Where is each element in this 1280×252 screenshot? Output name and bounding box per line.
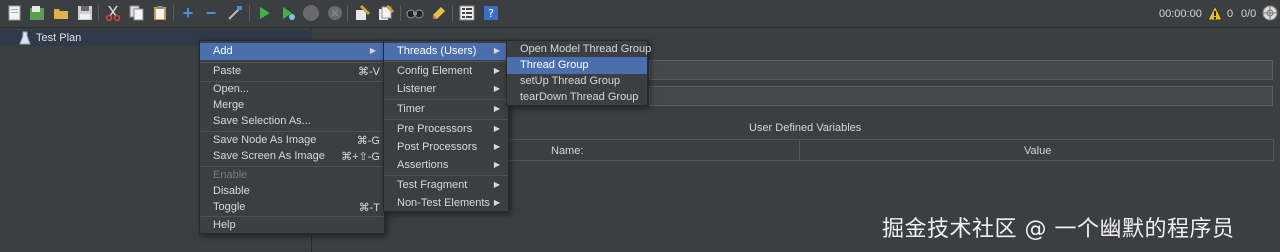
shutdown-icon[interactable] [326,4,344,22]
add-submenu: Threads (Users) ▶ Config Element ▶ Listene… [383,40,509,212]
menu-separator [384,99,508,100]
watermark: 掘金技术社区 @ 一个幽默的程序员 [882,217,1235,242]
menu-item-help[interactable]: Help [200,217,384,234]
clear-icon[interactable] [353,4,371,22]
new-icon[interactable] [6,4,24,22]
toolbar-separator [98,5,99,21]
menu-item-timer[interactable]: Timer ▶ [384,101,508,118]
menu-item-threads-users[interactable]: Threads (Users) ▶ [384,43,508,60]
menu-item-config-element[interactable]: Config Element ▶ [384,63,508,80]
menu-item-assertions[interactable]: Assertions ▶ [384,157,508,174]
open-icon[interactable] [52,4,70,22]
menu-item-thread-group[interactable]: Thread Group [507,57,647,74]
menu-item-open-model-thread-group[interactable]: Open Model Thread Group [507,41,651,58]
svg-text:?: ? [488,7,494,20]
context-menu: Add ▶ Paste ⌘-V Open... Merge Save Selecti… [199,40,385,234]
menu-item-pre-processors[interactable]: Pre Processors ▶ [384,121,508,138]
chevron-right-icon: ▶ [493,46,500,55]
menu-separator [384,119,508,120]
column-header-name[interactable]: Name: [551,145,583,157]
menu-separator [384,61,508,62]
chevron-right-icon: ▶ [493,180,500,189]
menu-item-setup-thread-group[interactable]: setUp Thread Group [507,73,647,90]
threads-submenu: Open Model Thread Group Thread Group set… [506,40,651,106]
flask-icon [19,31,31,45]
menu-item-save-selection[interactable]: Save Selection As... [200,113,384,130]
toolbar-separator [452,5,453,21]
toolbar-separator [347,5,348,21]
expand-icon[interactable]: + [179,4,197,22]
function-helper-icon[interactable] [458,4,476,22]
clear-all-icon[interactable] [377,4,395,22]
menu-item-save-node-image[interactable]: Save Node As Image ⌘-G [200,132,384,149]
thread-count: 0/0 [1241,8,1257,20]
toolbar-separator [400,5,401,21]
warning-icon[interactable] [1207,4,1223,21]
chevron-right-icon: ▶ [369,46,376,55]
reset-search-icon[interactable] [430,4,448,22]
menu-item-listener[interactable]: Listener ▶ [384,81,508,98]
variables-table-header: Name: Value [508,139,1274,161]
save-icon[interactable] [76,4,94,22]
help-icon[interactable]: ? [482,4,500,22]
menu-separator [384,175,508,176]
menu-item-open[interactable]: Open... [200,81,384,98]
toolbar-separator [173,5,174,21]
chevron-right-icon: ▶ [493,198,500,207]
chevron-right-icon: ▶ [493,124,500,133]
menu-item-non-test-elements[interactable]: Non-Test Elements ▶ [384,195,508,212]
chevron-right-icon: ▶ [493,142,500,151]
toolbar: + − ? 00:00:00 0 0/0 [0,0,1280,28]
collapse-icon[interactable]: − [202,4,220,22]
column-header-value[interactable]: Value [1024,145,1051,157]
start-no-pause-icon[interactable] [279,4,297,22]
chevron-right-icon: ▶ [493,84,500,93]
stop-icon[interactable] [302,4,320,22]
menu-item-save-screen-image[interactable]: Save Screen As Image ⌘+⇧-G [200,148,384,165]
templates-icon[interactable] [28,4,46,22]
menu-item-add[interactable]: Add ▶ [200,43,384,60]
menu-item-toggle[interactable]: Toggle ⌘-T [200,199,384,216]
chevron-right-icon: ▶ [493,104,500,113]
paste-icon[interactable] [151,4,169,22]
chevron-right-icon: ▶ [493,160,500,169]
tree-node-label: Test Plan [36,32,82,44]
menu-item-teardown-thread-group[interactable]: tearDown Thread Group [507,89,647,106]
column-divider [799,140,800,160]
chevron-right-icon: ▶ [493,66,500,75]
copy-icon[interactable] [128,4,146,22]
elapsed-time: 00:00:00 [1159,8,1202,20]
menu-item-disable[interactable]: Disable [200,183,384,200]
menu-item-merge[interactable]: Merge [200,97,384,114]
toolbar-separator [249,5,250,21]
toggle-icon[interactable] [226,4,244,22]
menu-item-enable: Enable [213,169,248,181]
warning-count: 0 [1227,8,1234,20]
remote-status-icon[interactable] [1262,5,1278,21]
start-icon[interactable] [255,4,273,22]
menu-item-post-processors[interactable]: Post Processors ▶ [384,139,508,156]
comments-field[interactable] [649,86,1273,106]
user-defined-variables-title: User Defined Variables [749,122,862,134]
menu-item-paste[interactable]: Paste ⌘-V [200,63,384,80]
search-icon[interactable] [406,4,424,22]
name-field[interactable] [649,60,1273,80]
menu-item-test-fragment[interactable]: Test Fragment ▶ [384,177,508,194]
cut-icon[interactable] [104,4,122,22]
